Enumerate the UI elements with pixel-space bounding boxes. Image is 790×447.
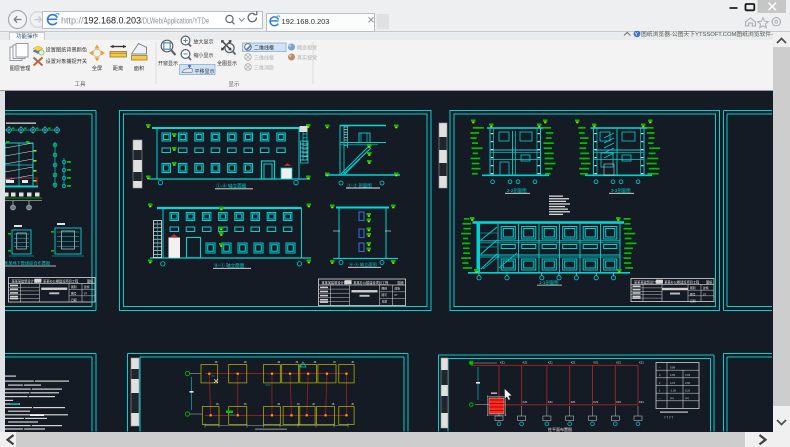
svg-text:5.20: 5.20 bbox=[685, 389, 691, 393]
svg-text:(m): (m) bbox=[685, 396, 689, 400]
svg-text:KZ1: KZ1 bbox=[523, 361, 528, 365]
svg-text:放大显示: 放大显示 bbox=[194, 39, 214, 46]
svg-text:KZ1: KZ1 bbox=[639, 400, 644, 404]
svg-text:图号: 图号 bbox=[382, 293, 388, 297]
svg-text:KZ1: KZ1 bbox=[500, 361, 505, 365]
svg-text:(m): (m) bbox=[670, 396, 674, 400]
svg-text:三维线框: 三维线框 bbox=[254, 55, 274, 62]
svg-text:......: ...... bbox=[70, 298, 87, 302]
svg-text:http://192.168.0.203/DLWeb/App: http://192.168.0.203/DLWeb/Application/Y… bbox=[61, 15, 209, 25]
svg-text:KZ1: KZ1 bbox=[523, 400, 528, 404]
svg-text:192.168.0.203: 192.168.0.203 bbox=[282, 17, 330, 26]
svg-text:图纸: 图纸 bbox=[398, 280, 405, 285]
svg-text:平移显示: 平移显示 bbox=[195, 68, 215, 75]
svg-text:9.88: 9.88 bbox=[670, 366, 676, 370]
svg-text:07: 07 bbox=[395, 293, 399, 297]
svg-text:╍╍╍: ╍╍╍ bbox=[230, 413, 236, 417]
svg-text:二维线框: 二维线框 bbox=[254, 45, 274, 52]
svg-text:全图显示: 全图显示 bbox=[217, 60, 237, 67]
svg-text:全屏: 全屏 bbox=[92, 64, 102, 72]
svg-text:07: 07 bbox=[703, 293, 707, 297]
svg-text:7 7 7 7: 7 7 7 7 bbox=[664, 416, 674, 420]
svg-text:图纸浏览器-公图天下YTSSOFT.COM图纸浏览软件-试用: 图纸浏览器-公图天下YTSSOFT.COM图纸浏览软件-试用版 bbox=[641, 31, 773, 38]
svg-text:6.95: 6.95 bbox=[670, 373, 676, 377]
svg-text:4.15: 4.15 bbox=[670, 381, 676, 385]
svg-text:......: ...... bbox=[381, 301, 398, 305]
svg-text:07: 07 bbox=[84, 292, 88, 296]
svg-text:╍╍╍: ╍╍╍ bbox=[265, 383, 271, 387]
svg-text:╍╍: ╍╍ bbox=[211, 374, 215, 378]
svg-text:某某某建筑设计院: 某某某建筑设计院 bbox=[322, 280, 348, 285]
svg-text:Y: Y bbox=[635, 32, 639, 38]
svg-text:KZ1: KZ1 bbox=[639, 361, 644, 365]
svg-text:2.80: 2.80 bbox=[685, 381, 691, 385]
svg-text:KZ1: KZ1 bbox=[594, 361, 599, 365]
svg-text:图别: 图别 bbox=[690, 286, 696, 290]
svg-text:KZ1: KZ1 bbox=[548, 361, 553, 365]
svg-text:距离: 距离 bbox=[113, 64, 123, 72]
svg-text:建施: 建施 bbox=[703, 286, 709, 290]
svg-text:建施: 建施 bbox=[395, 287, 401, 291]
svg-text:......: ...... bbox=[689, 297, 706, 301]
svg-text:某某某建筑设计院: 某某某建筑设计院 bbox=[12, 278, 38, 283]
svg-text:某某地下管线综合布置图: 某某地下管线综合布置图 bbox=[5, 260, 50, 267]
svg-text:工具: 工具 bbox=[74, 81, 86, 88]
svg-text:某某办公楼建设项目工程: 某某办公楼建设项目工程 bbox=[353, 280, 389, 285]
svg-text:KZ1: KZ1 bbox=[616, 361, 621, 365]
svg-text:图别: 图别 bbox=[71, 285, 77, 289]
svg-text:KZ1: KZ1 bbox=[548, 400, 553, 404]
svg-text:开窗显示: 开窗显示 bbox=[158, 60, 178, 67]
svg-text:建施: 建施 bbox=[84, 285, 90, 289]
svg-text:设置对象捕捉开关: 设置对象捕捉开关 bbox=[46, 57, 88, 65]
svg-text:显示: 显示 bbox=[228, 81, 240, 88]
svg-text:图层管理: 图层管理 bbox=[10, 64, 32, 72]
svg-text:某某办公楼建设项目工程: 某某办公楼建设项目工程 bbox=[43, 278, 79, 283]
svg-text:真实视觉: 真实视觉 bbox=[297, 55, 317, 62]
svg-text:设置图纸背景颜色: 设置图纸背景颜色 bbox=[46, 46, 88, 54]
svg-text:-1.05: -1.05 bbox=[670, 389, 676, 393]
svg-text:图纸: 图纸 bbox=[706, 279, 713, 284]
svg-text:KZ1: KZ1 bbox=[594, 400, 599, 404]
svg-text:概念视觉: 概念视觉 bbox=[297, 45, 317, 52]
svg-text:3.93: 3.93 bbox=[685, 373, 691, 377]
svg-text:KZ1: KZ1 bbox=[571, 400, 576, 404]
svg-text:三维消隐: 三维消隐 bbox=[254, 65, 274, 72]
svg-text:图号: 图号 bbox=[71, 292, 77, 296]
svg-text:图号: 图号 bbox=[690, 293, 696, 297]
svg-text:KZ1: KZ1 bbox=[616, 400, 621, 404]
svg-text:图别: 图别 bbox=[382, 287, 388, 291]
svg-text:面积: 面积 bbox=[134, 65, 144, 72]
svg-text:缩小显示: 缩小显示 bbox=[194, 52, 214, 59]
svg-text:图纸: 图纸 bbox=[87, 278, 94, 283]
svg-text:某某办公楼建设项目工程: 某某办公楼建设项目工程 bbox=[664, 279, 700, 284]
svg-text:KZ1: KZ1 bbox=[571, 361, 576, 365]
